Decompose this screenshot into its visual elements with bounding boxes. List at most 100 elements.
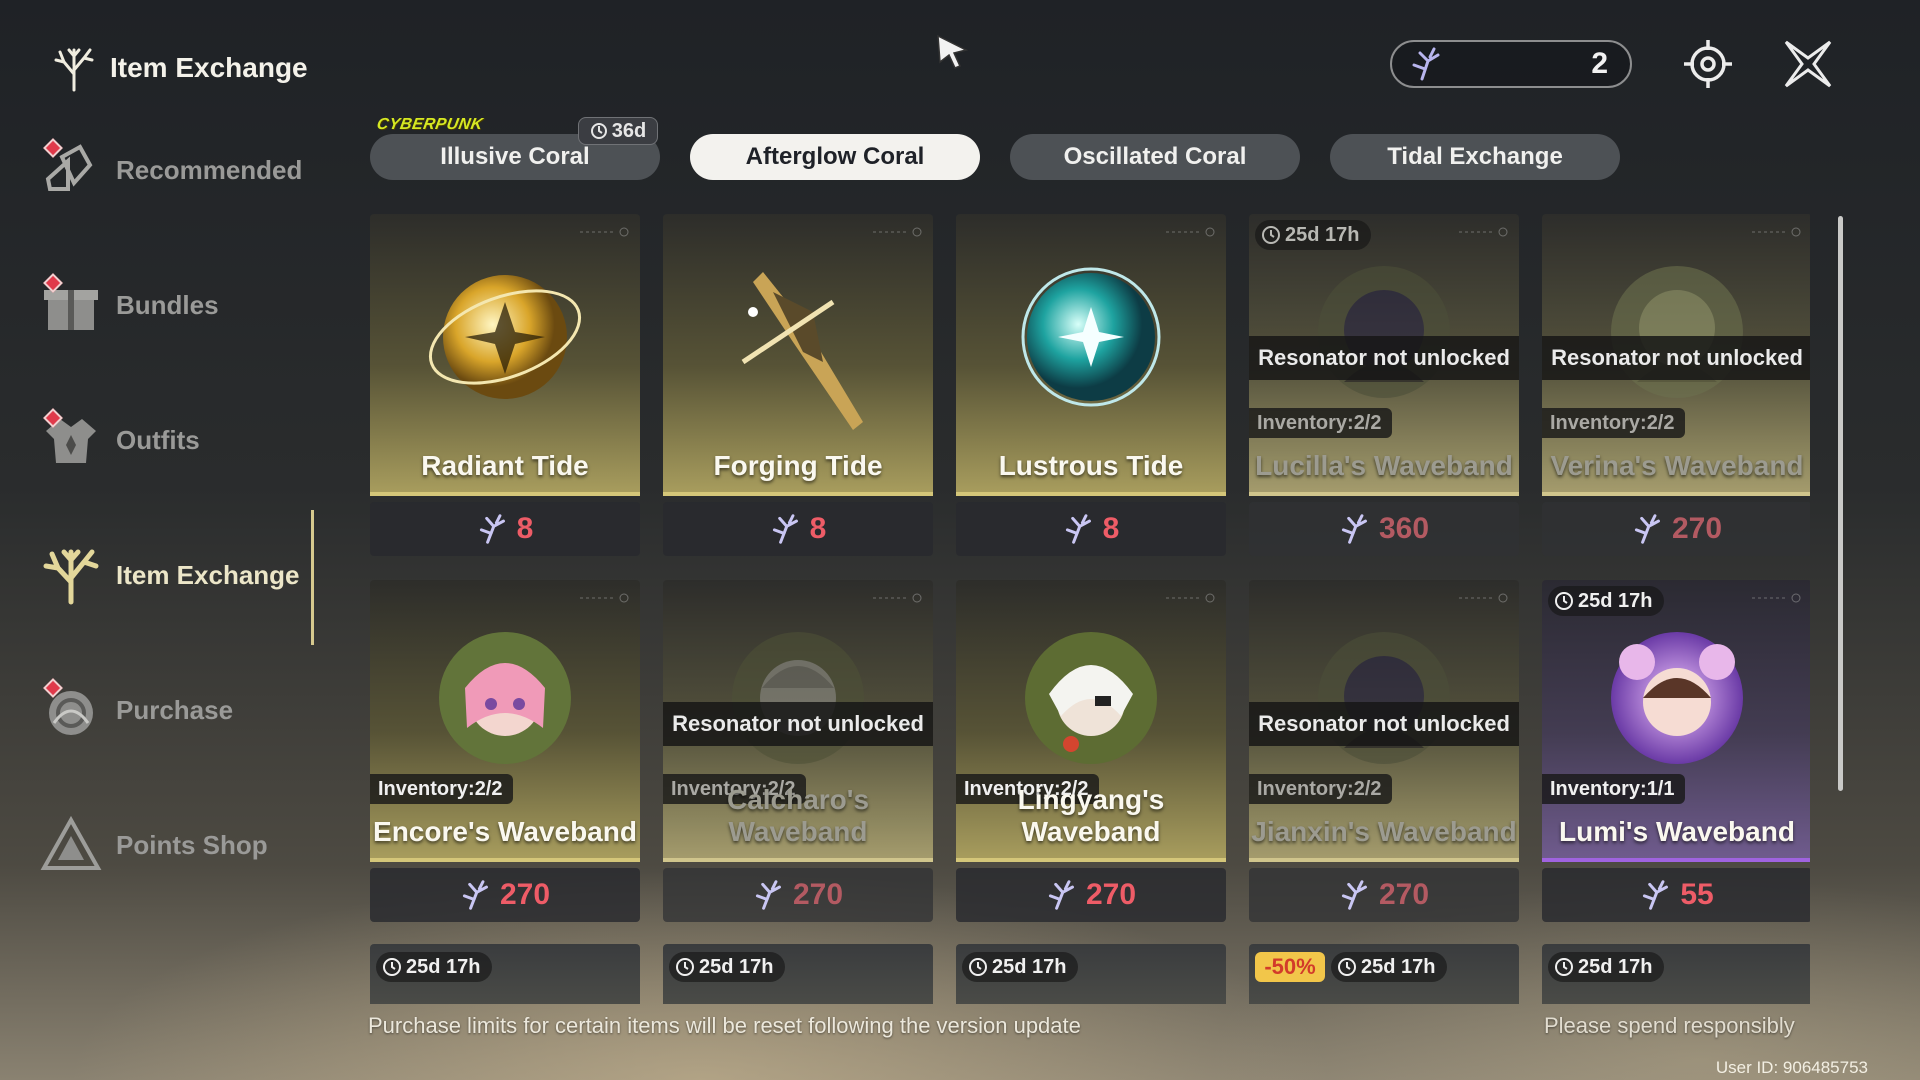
price-value: 270	[499, 878, 551, 911]
sidebar-item-item-exchange[interactable]: Item Exchange	[40, 535, 310, 615]
clock-icon	[590, 123, 607, 139]
currency-value: 2	[1591, 47, 1608, 80]
item-name: Jianxin's Waveband	[1251, 816, 1517, 847]
item-card[interactable]: Lustrous Tide 8	[956, 214, 1226, 556]
item-image: Forging Tide	[663, 214, 933, 496]
item-name: Forging Tide	[713, 450, 883, 481]
sidebar-item-bundles[interactable]: Bundles	[40, 265, 310, 345]
afterglow-coral-icon	[1643, 880, 1669, 910]
price-button[interactable]: 8	[370, 502, 640, 556]
tab-badge-text: 36d	[611, 119, 647, 142]
price-button[interactable]: 270	[370, 868, 640, 922]
sidebar-item-purchase[interactable]: Purchase	[40, 670, 310, 750]
price-button[interactable]: 360	[1249, 502, 1519, 556]
item-image: Radiant Tide	[370, 214, 640, 496]
locked-banner: Resonator not unlocked	[1542, 336, 1810, 380]
price-value: 8	[809, 512, 827, 545]
timer-badge: 25d 17h	[962, 952, 1079, 982]
item-image: Inventory: 2/2 Encore's Waveband	[370, 580, 640, 862]
nav-active-indicator	[311, 510, 314, 645]
item-card[interactable]: 25d 17h	[663, 944, 933, 1004]
item-card[interactable]: Radiant Tide 8	[370, 214, 640, 556]
portrait-green-art	[1597, 252, 1757, 417]
timer-text: 25d 17h	[992, 955, 1067, 978]
tab-tidal-exchange[interactable]: Tidal Exchange	[1330, 134, 1620, 180]
cyberpunk-logo: CYBERPUNK	[375, 116, 485, 133]
inventory-badge: Inventory: 2/2	[1542, 408, 1685, 438]
sidebar-item-recommended[interactable]: Recommended	[40, 130, 310, 210]
locked-banner: Resonator not unlocked	[663, 702, 933, 746]
close-icon[interactable]	[1782, 38, 1834, 90]
portrait-pink-art	[425, 618, 585, 783]
spend-warning: Please spend responsibly	[1544, 1013, 1795, 1038]
item-card[interactable]: Resonator not unlocked Inventory: 2/2 Veri…	[1542, 214, 1810, 556]
afterglow-coral-icon	[755, 880, 781, 910]
page-title-text: Item Exchange	[110, 52, 308, 83]
item-card[interactable]: 25d 17h Inventory: 1/1 Lumi's Waveband 55	[1542, 580, 1810, 922]
clock-icon	[1262, 226, 1280, 244]
card-decoration	[873, 590, 923, 603]
item-card[interactable]: Inventory: 2/2 Lingyang's Waveband 270	[956, 580, 1226, 922]
item-card[interactable]: Resonator not unlocked Inventory: 2/2 Calc…	[663, 580, 933, 922]
portrait-purple-art	[1597, 618, 1757, 783]
inventory-badge: Inventory: 1/1	[1542, 774, 1685, 804]
discount-badge: -50%	[1255, 952, 1325, 982]
card-decoration	[1752, 224, 1802, 237]
item-card[interactable]: Resonator not unlocked Inventory: 2/2 Jian…	[1249, 580, 1519, 922]
tab-label: Illusive Coral	[440, 143, 590, 170]
inventory-badge: Inventory: 2/2	[1249, 408, 1392, 438]
tab-oscillated-coral[interactable]: Oscillated Coral	[1010, 134, 1300, 180]
portrait-dark-art	[1304, 252, 1464, 417]
price-value: 8	[516, 512, 534, 545]
inventory-label: Inventory:	[1550, 411, 1647, 434]
afterglow-coral-icon	[1341, 880, 1367, 910]
timer-badge: 25d 17h	[1548, 952, 1665, 982]
tab-afterglow-coral[interactable]: Afterglow Coral	[690, 134, 980, 180]
inventory-value: 2/2	[1646, 411, 1675, 434]
price-button[interactable]: 270	[956, 868, 1226, 922]
sidebar-item-label: Item Exchange	[116, 559, 300, 590]
sidebar-item-points-shop[interactable]: Points Shop	[40, 805, 310, 885]
afterglow-coral-icon	[1412, 47, 1440, 81]
item-name: Verina's Waveband	[1550, 450, 1804, 481]
item-card[interactable]: Forging Tide 8	[663, 214, 933, 556]
price-button[interactable]: 270	[663, 868, 933, 922]
inventory-value: 2/2	[474, 777, 503, 800]
inventory-label: Inventory:	[1257, 777, 1354, 800]
portrait-white-art	[1011, 618, 1171, 783]
portrait-grey-art	[718, 618, 878, 783]
item-card[interactable]: 25d 17h	[956, 944, 1226, 1004]
item-card[interactable]: Inventory: 2/2 Encore's Waveband 270	[370, 580, 640, 922]
price-value: 270	[1671, 512, 1723, 545]
sidebar: Item Exchange Recommended Bundles Outfit…	[0, 0, 330, 1080]
settings-icon[interactable]	[1682, 38, 1734, 90]
item-card[interactable]: 25d 17h	[370, 944, 640, 1004]
sidebar-item-outfits[interactable]: Outfits	[40, 400, 310, 480]
item-image: Resonator not unlocked Inventory: 2/2 Calc…	[663, 580, 933, 862]
timer-text: 25d 17h	[1578, 589, 1653, 612]
locked-banner: Resonator not unlocked	[1249, 702, 1519, 746]
timer-badge: 25d 17h	[1548, 586, 1665, 616]
inventory-value: 2/2	[1353, 411, 1382, 434]
scrollbar[interactable]	[1838, 216, 1843, 791]
item-card[interactable]: 25d 17h	[1542, 944, 1810, 1004]
price-button[interactable]: 55	[1542, 868, 1810, 922]
tab-label: Afterglow Coral	[745, 143, 925, 170]
item-grid: Radiant Tide 8 Forging Tide 8 Lustrous Tide 8…	[370, 214, 1810, 1004]
item-card[interactable]: 25d 17h Resonator not unlocked Inventory: …	[1249, 214, 1519, 556]
price-button[interactable]: 8	[663, 502, 933, 556]
coral-icon	[54, 48, 94, 92]
clock-icon	[1555, 958, 1573, 976]
card-decoration	[1752, 590, 1802, 603]
currency-balance[interactable]: 2	[1390, 40, 1632, 88]
clock-icon	[969, 958, 987, 976]
price-button[interactable]: 270	[1542, 502, 1810, 556]
item-card[interactable]: -50% 25d 17h	[1249, 944, 1519, 1004]
gift-icon	[40, 273, 102, 336]
item-name: Lingyang's Waveband	[1017, 784, 1165, 847]
afterglow-coral-icon	[1048, 880, 1074, 910]
portrait-dark-art	[1304, 618, 1464, 783]
coral-icon	[40, 544, 102, 606]
price-button[interactable]: 8	[956, 502, 1226, 556]
price-button[interactable]: 270	[1249, 868, 1519, 922]
